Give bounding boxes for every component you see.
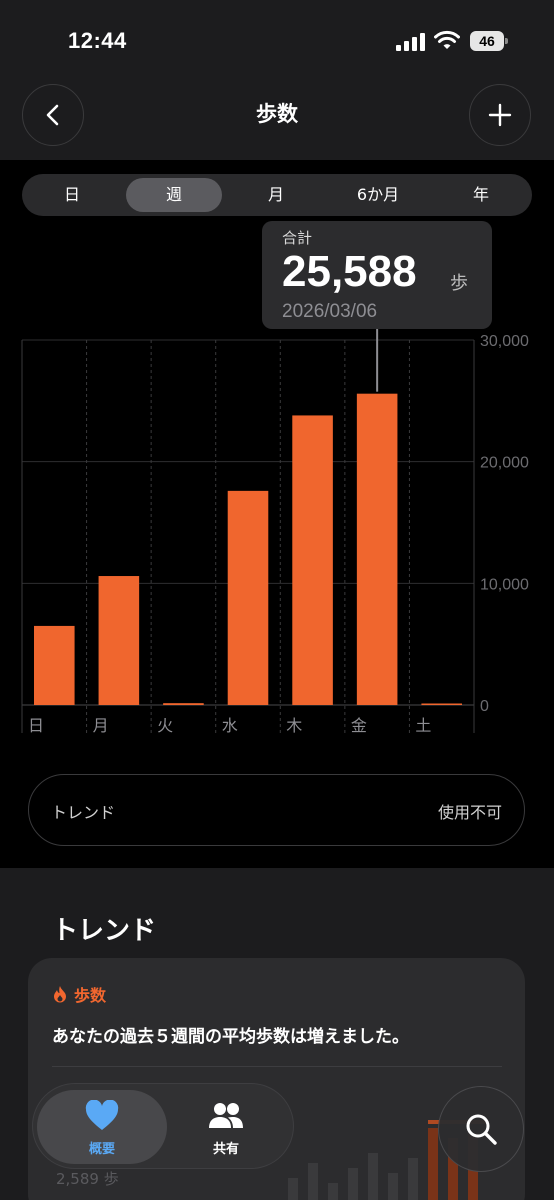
tab-summary[interactable]: 概要 bbox=[37, 1090, 167, 1164]
chart-bar[interactable] bbox=[227, 490, 269, 705]
trend-row[interactable]: トレンド 使用不可 bbox=[28, 774, 525, 846]
tab-sharing-label: 共有 bbox=[212, 1142, 239, 1157]
x-tick-label: 月 bbox=[93, 716, 109, 735]
chart-bar[interactable] bbox=[421, 703, 462, 706]
tab-summary-label: 概要 bbox=[88, 1142, 115, 1157]
chart-bar[interactable] bbox=[292, 415, 333, 705]
card-divider bbox=[52, 1066, 502, 1067]
chart-bar[interactable] bbox=[356, 393, 398, 705]
y-tick-label: 10,000 bbox=[480, 576, 529, 593]
trend-row-label: トレンド bbox=[51, 803, 116, 822]
heart-icon bbox=[85, 1100, 119, 1130]
card-tag: 歩数 bbox=[52, 982, 106, 1006]
card-faint-value: 2,589 歩 bbox=[56, 1170, 119, 1188]
chart-bar[interactable] bbox=[98, 576, 140, 705]
tooltip-date: 2026/03/06 bbox=[282, 301, 378, 322]
card-message: あなたの過去５週間の平均歩数は増えました。 bbox=[52, 1027, 409, 1047]
y-tick-label: 20,000 bbox=[480, 455, 529, 472]
search-icon bbox=[466, 1114, 497, 1145]
chart-bar[interactable] bbox=[163, 703, 204, 705]
y-tick-label: 0 bbox=[480, 698, 489, 715]
tooltip-value: 25,588 bbox=[282, 247, 417, 296]
card-tag-label: 歩数 bbox=[74, 986, 107, 1005]
tab-bar: 概要 共有 bbox=[32, 1083, 294, 1169]
chart-bar[interactable] bbox=[34, 625, 75, 705]
tooltip-unit: 歩 bbox=[450, 273, 468, 294]
x-tick-label: 日 bbox=[28, 716, 44, 735]
x-tick-label: 木 bbox=[286, 716, 302, 735]
selection-tooltip: 合計 25,588 歩 2026/03/06 bbox=[262, 221, 492, 329]
trends-heading: トレンド bbox=[52, 916, 157, 946]
x-tick-label: 土 bbox=[415, 716, 431, 735]
y-tick-label: 30,000 bbox=[480, 333, 529, 350]
x-tick-label: 火 bbox=[157, 716, 173, 735]
tooltip-label: 合計 bbox=[282, 229, 313, 247]
steps-bar-chart[interactable]: 0 10,000 20,000 30,000 日 月 火 水 木 金 土 bbox=[0, 0, 554, 760]
x-tick-label: 金 bbox=[351, 716, 367, 735]
trend-row-value: 使用不可 bbox=[437, 803, 502, 822]
tab-sharing[interactable]: 共有 bbox=[161, 1090, 291, 1164]
people-icon bbox=[209, 1103, 243, 1128]
x-tick-label: 水 bbox=[222, 716, 238, 735]
search-button[interactable] bbox=[438, 1086, 524, 1172]
flame-icon bbox=[54, 986, 66, 1003]
